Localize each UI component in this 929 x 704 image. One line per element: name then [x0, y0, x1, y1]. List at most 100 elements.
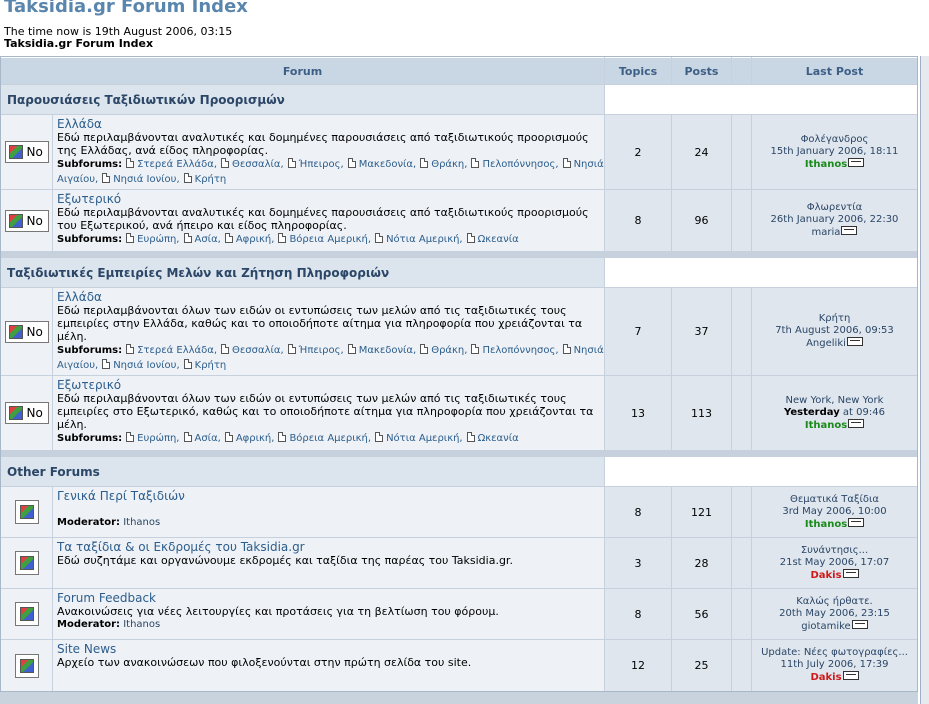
view-latest-post-icon[interactable] — [842, 671, 859, 680]
last-post-user-link[interactable]: giotamike — [801, 621, 850, 632]
view-latest-post-icon[interactable] — [846, 337, 863, 346]
subforum-link[interactable]: Ήπειρος, — [299, 159, 344, 170]
forum-name-link[interactable]: Εξωτερικό — [57, 378, 604, 392]
moderator-link[interactable]: Ithanos — [123, 517, 160, 528]
forum-info: Τα ταξίδια & οι Εκδρομές του Taksidia.gr… — [53, 538, 604, 588]
forum-name-link[interactable]: Ελλάδα — [57, 117, 604, 131]
subforum-link[interactable]: Ευρώπη, — [137, 234, 179, 245]
subforum-link[interactable]: Ωκεανία — [478, 433, 519, 444]
forum-name-link[interactable]: Γενικά Περί Ταξιδιών — [57, 489, 604, 503]
subforum-link[interactable]: Βόρεια Αμερική, — [289, 433, 371, 444]
subforum-link[interactable]: Ασία, — [195, 234, 221, 245]
last-post-user-link[interactable]: Dakis — [810, 570, 841, 581]
topics-count: 8 — [605, 589, 671, 639]
last-post-topic-link[interactable]: New York, New York — [786, 395, 884, 407]
view-latest-post-icon[interactable] — [842, 568, 859, 578]
subforum-link[interactable]: Μακεδονία, — [359, 345, 417, 356]
subforum-link[interactable]: Νησιά Ιονίου, — [113, 360, 179, 371]
last-post-user-link[interactable]: Ithanos — [805, 159, 847, 170]
last-post-topic-link[interactable]: Update: Νέες φωτογραφίες... — [761, 647, 908, 659]
forum-info: Ελλάδα Εδώ περιλαμβάνονται αναλυτικές κα… — [53, 115, 604, 189]
last-post-date: 20th May 2006, 23:15 — [779, 607, 890, 619]
subforum-link[interactable]: Πελοπόννησος, — [482, 159, 558, 170]
last-post-cell: Φλωρεντία 26th January 2006, 22:30 maria — [752, 190, 917, 251]
subforum-link[interactable]: Στερεά Ελλάδα, — [137, 345, 217, 356]
subforum-page-icon — [562, 158, 571, 168]
subforum-link[interactable]: Κρήτη — [195, 360, 227, 371]
forum-index-link[interactable]: Taksidia.gr Forum Index — [4, 37, 153, 50]
category-title[interactable]: Other Forums — [1, 457, 604, 486]
last-post-user-link[interactable]: Angeliki — [806, 338, 846, 349]
view-latest-post-icon[interactable] — [848, 517, 865, 527]
subforum-link[interactable]: Αφρική, — [236, 433, 275, 444]
forum-name-link[interactable]: Site News — [57, 642, 604, 656]
last-post-user-link[interactable]: maria — [812, 227, 841, 238]
forum-info: Site News Αρχείο των ανακοινώσεων που φι… — [53, 640, 604, 691]
view-latest-post-icon[interactable] — [848, 157, 865, 167]
forum-description: Εδώ περιλαμβάνονται όλων των ειδών οι εν… — [57, 392, 594, 431]
subforum-link[interactable]: Θράκη, — [431, 159, 467, 170]
subforum-link[interactable]: Νότια Αμερική, — [386, 234, 463, 245]
subforum-link[interactable]: Κρήτη — [195, 174, 227, 185]
forum-status-cell — [1, 487, 52, 537]
subforum-page-icon — [126, 432, 135, 442]
forum-status-icon — [14, 602, 39, 626]
last-post-cell: Θεματικά Ταξίδια 3rd May 2006, 10:00 Ith… — [752, 487, 917, 537]
last-post-user-link[interactable]: Ithanos — [805, 519, 847, 530]
last-post-topic-link[interactable]: Φολέγανδρος — [801, 134, 869, 146]
subforum-page-icon — [278, 432, 287, 442]
subforum-link[interactable]: Ήπειρος, — [299, 345, 344, 356]
last-post-topic-link[interactable]: Θεματικά Ταξίδια — [790, 494, 879, 506]
subforum-page-icon — [183, 432, 192, 442]
subforum-link[interactable]: Νότια Αμερική, — [386, 433, 463, 444]
subforum-link[interactable]: Αφρική, — [236, 234, 275, 245]
subforum-link[interactable]: Ασία, — [195, 433, 221, 444]
category-title[interactable]: Ταξιδιωτικές Εμπειρίες Μελών και Ζήτηση … — [1, 258, 604, 287]
last-post-topic-link[interactable]: Καλώς ήρθατε. — [796, 596, 873, 608]
view-latest-post-icon[interactable] — [841, 226, 858, 235]
last-post-topic-link[interactable]: Φλωρεντία — [807, 202, 863, 214]
last-post-date: 3rd May 2006, 10:00 — [782, 505, 887, 517]
view-latest-post-icon[interactable] — [848, 418, 865, 428]
subforum-link[interactable]: Πελοπόννησος, — [482, 345, 558, 356]
forum-name-link[interactable]: Forum Feedback — [57, 591, 604, 605]
forum-name-link[interactable]: Ελλάδα — [57, 290, 604, 304]
subforum-page-icon — [466, 432, 475, 442]
subforum-link[interactable]: Θεσσαλία, — [232, 159, 284, 170]
subforum-page-icon — [420, 344, 429, 354]
subforum-link[interactable]: Θεσσαλία, — [232, 345, 284, 356]
subforum-link[interactable]: Βόρεια Αμερική, — [289, 234, 371, 245]
posts-count: 113 — [672, 376, 731, 450]
last-post-date: at 09:46 — [842, 406, 885, 418]
subforum-link[interactable]: Στερεά Ελλάδα, — [137, 159, 217, 170]
subforum-list: Subforums: Στερεά Ελλάδα, Θεσσαλία, Ήπειρος… — [57, 344, 604, 371]
forum-name-link[interactable]: Τα ταξίδια & οι Εκδρομές του Taksidia.gr — [57, 540, 604, 554]
header-forum: Forum — [1, 57, 604, 84]
subforum-link[interactable]: Μακεδονία, — [359, 159, 417, 170]
subforum-link[interactable]: Ωκεανία — [478, 234, 519, 245]
forum-name-link[interactable]: Εξωτερικό — [57, 192, 604, 206]
subforum-link[interactable]: Νησιά Ιονίου, — [113, 174, 179, 185]
page-title[interactable]: Taksidia.gr Forum Index — [4, 0, 248, 17]
moderator-link[interactable]: Ithanos — [123, 619, 160, 630]
forum-status-cell: No — [1, 288, 52, 375]
subforum-page-icon — [287, 158, 296, 168]
last-post-date: 15th January 2006, 18:11 — [770, 145, 899, 157]
last-post-topic-link[interactable]: Κρήτη — [819, 313, 851, 325]
subforum-page-icon — [347, 158, 356, 168]
subforum-page-icon — [287, 344, 296, 354]
view-latest-post-icon[interactable] — [851, 619, 868, 629]
subforum-link[interactable]: Ευρώπη, — [137, 433, 179, 444]
subforum-link[interactable]: Θράκη, — [431, 345, 467, 356]
empty-cell — [732, 115, 751, 189]
last-post-user-link[interactable]: Ithanos — [805, 420, 847, 431]
last-post-topic-link[interactable]: Συνάντησις... — [801, 545, 868, 557]
last-post-cell: Κρήτη 7th August 2006, 09:53 Angeliki — [752, 288, 917, 375]
topics-count: 2 — [605, 115, 671, 189]
header-topics: Topics — [605, 57, 671, 84]
subforum-list: Subforums: Στερεά Ελλάδα, Θεσσαλία, Ήπειρος… — [57, 158, 604, 185]
last-post-user-link[interactable]: Dakis — [810, 672, 841, 683]
category-title[interactable]: Παρουσιάσεις Ταξιδιωτικών Προορισμών — [1, 85, 604, 114]
table-bottom-bar — [0, 692, 918, 704]
moderator-line: Moderator: Ithanos — [57, 517, 161, 528]
